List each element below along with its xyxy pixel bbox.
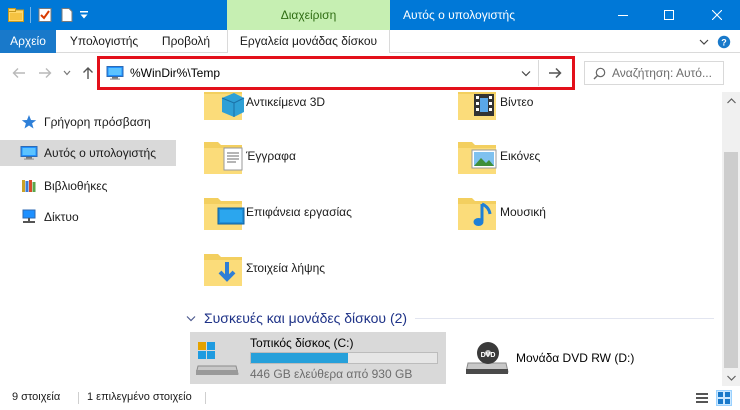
search-input[interactable]: Αναζήτηση: Αυτό... [612, 66, 712, 80]
navigation-pane: Γρήγορη πρόσβαση Αυτός ο υπολογιστής Βιβ… [0, 92, 176, 386]
3d-objects-icon [202, 92, 246, 124]
computer-icon [106, 66, 124, 80]
folder-label: Επιφάνεια εργασίας [246, 205, 352, 219]
explorer-app-icon[interactable] [6, 0, 26, 30]
drive-name: Τοπικός δίσκος (C:) [250, 336, 354, 350]
sidebar-item-label: Δίκτυο [44, 210, 79, 224]
back-button[interactable] [8, 61, 30, 85]
group-title: Συσκευές και μονάδες δίσκου (2) [204, 310, 408, 326]
folder-desktop[interactable]: Επιφάνεια εργασίας [202, 188, 352, 236]
expand-ribbon-icon[interactable] [696, 34, 712, 50]
quick-access-toolbar [0, 0, 91, 30]
up-button[interactable] [79, 61, 97, 85]
go-button[interactable] [538, 60, 571, 86]
close-button[interactable] [694, 0, 740, 30]
tiles-view-button[interactable] [716, 390, 732, 406]
drive-c[interactable]: Τοπικός δίσκος (C:) 446 GB ελεύθερα από … [190, 332, 446, 384]
search-box[interactable]: Αναζήτηση: Αυτό... [584, 61, 724, 85]
tab-file[interactable]: Αρχείο [0, 30, 56, 53]
svg-text:?: ? [721, 38, 727, 48]
status-bar: 9 στοιχεία 1 επιλεγμένο στοιχείο [0, 386, 740, 410]
address-bar[interactable]: %WinDir%\Temp [97, 56, 575, 90]
pictures-icon [456, 134, 500, 178]
sidebar-item-network[interactable]: Δίκτυο [0, 204, 176, 230]
group-divider [415, 317, 714, 319]
folder-downloads[interactable]: Στοιχεία λήψης [202, 244, 325, 292]
downloads-icon [202, 246, 246, 290]
address-path-container: %WinDir%\Temp [106, 63, 540, 83]
tab-view[interactable]: Προβολή [150, 30, 222, 53]
minimize-button[interactable] [600, 0, 646, 30]
documents-icon [202, 134, 246, 178]
content-pane: Αντικείμενα 3D Έγγραφα Επιφάνεια εργασία… [176, 92, 722, 386]
network-icon [20, 208, 38, 226]
drive-dvd[interactable]: DVD Μονάδα DVD RW (D:) [466, 332, 634, 384]
star-icon [20, 113, 38, 131]
folder-label: Βίντεο [500, 95, 534, 109]
sidebar-item-label: Γρήγορη πρόσβαση [44, 115, 151, 129]
computer-icon [20, 144, 38, 162]
status-separator [205, 392, 206, 404]
window-title: Αυτός ο υπολογιστής [403, 8, 515, 22]
drive-name: Μονάδα DVD RW (D:) [516, 351, 635, 365]
devices-group-header[interactable]: Συσκευές και μονάδες δίσκου (2) [184, 308, 714, 328]
folder-label: Αντικείμενα 3D [246, 95, 326, 109]
dvd-drive-icon: DVD [466, 339, 510, 377]
folder-label: Εικόνες [500, 149, 541, 163]
folder-label: Μουσική [500, 205, 546, 219]
chevron-down-icon[interactable] [184, 311, 198, 325]
status-separator [78, 392, 79, 404]
tab-drive-tools[interactable]: Εργαλεία μονάδας δίσκου [227, 30, 390, 53]
new-folder-icon[interactable] [57, 0, 77, 30]
selection-count: 1 επιλεγμένο στοιχείο [87, 391, 192, 403]
explorer-window: Διαχείριση Αυτός ο υπολογιστής Αρχείο Υπ… [0, 0, 740, 410]
customize-dropdown-icon[interactable] [77, 0, 91, 30]
sidebar-item-quick-access[interactable]: Γρήγορη πρόσβαση [0, 109, 176, 135]
sidebar-item-libraries[interactable]: Βιβλιοθήκες [0, 173, 176, 199]
tab-computer[interactable]: Υπολογιστής [58, 30, 150, 53]
sidebar-item-this-pc[interactable]: Αυτός ο υπολογιστής [0, 140, 176, 166]
svg-text:DVD: DVD [481, 352, 496, 359]
title-bar: Διαχείριση Αυτός ο υπολογιστής [0, 0, 740, 30]
maximize-button[interactable] [646, 0, 692, 30]
sidebar-item-label: Βιβλιοθήκες [44, 179, 108, 193]
recent-locations-icon[interactable] [60, 61, 74, 85]
folder-label: Στοιχεία λήψης [246, 261, 326, 275]
folder-music[interactable]: Μουσική [456, 188, 546, 236]
manage-context-tab[interactable]: Διαχείριση [227, 0, 390, 30]
help-icon[interactable]: ? [716, 34, 732, 50]
details-view-button[interactable] [694, 390, 710, 406]
ribbon-tabs: Αρχείο Υπολογιστής Προβολή Εργαλεία μονά… [0, 30, 740, 53]
qat-separator [30, 7, 31, 23]
folder-label: Έγγραφα [246, 149, 296, 163]
folder-3d-objects[interactable]: Αντικείμενα 3D [202, 92, 325, 126]
folder-pictures[interactable]: Εικόνες [456, 132, 540, 180]
hard-drive-icon [195, 340, 240, 381]
library-icon [20, 177, 38, 195]
address-dropdown-icon[interactable] [514, 63, 538, 83]
drive-usage-bar [250, 352, 438, 364]
drive-free-space: 446 GB ελεύθερα από 930 GB [250, 367, 413, 381]
folder-documents[interactable]: Έγγραφα [202, 132, 296, 180]
desktop-icon [202, 190, 246, 234]
forward-button[interactable] [34, 61, 56, 85]
videos-icon [456, 92, 500, 124]
folder-videos[interactable]: Βίντεο [456, 92, 533, 126]
address-path[interactable]: %WinDir%\Temp [130, 66, 220, 80]
sidebar-item-label: Αυτός ο υπολογιστής [44, 146, 156, 160]
item-count: 9 στοιχεία [12, 391, 61, 403]
scroll-up-icon[interactable] [722, 92, 740, 109]
scrollbar-thumb[interactable] [724, 152, 738, 368]
drive-usage-fill [251, 353, 348, 363]
search-icon [593, 67, 606, 80]
scroll-down-icon[interactable] [722, 369, 740, 386]
properties-icon[interactable] [35, 0, 55, 30]
vertical-scrollbar[interactable] [722, 92, 740, 386]
music-icon [456, 190, 500, 234]
